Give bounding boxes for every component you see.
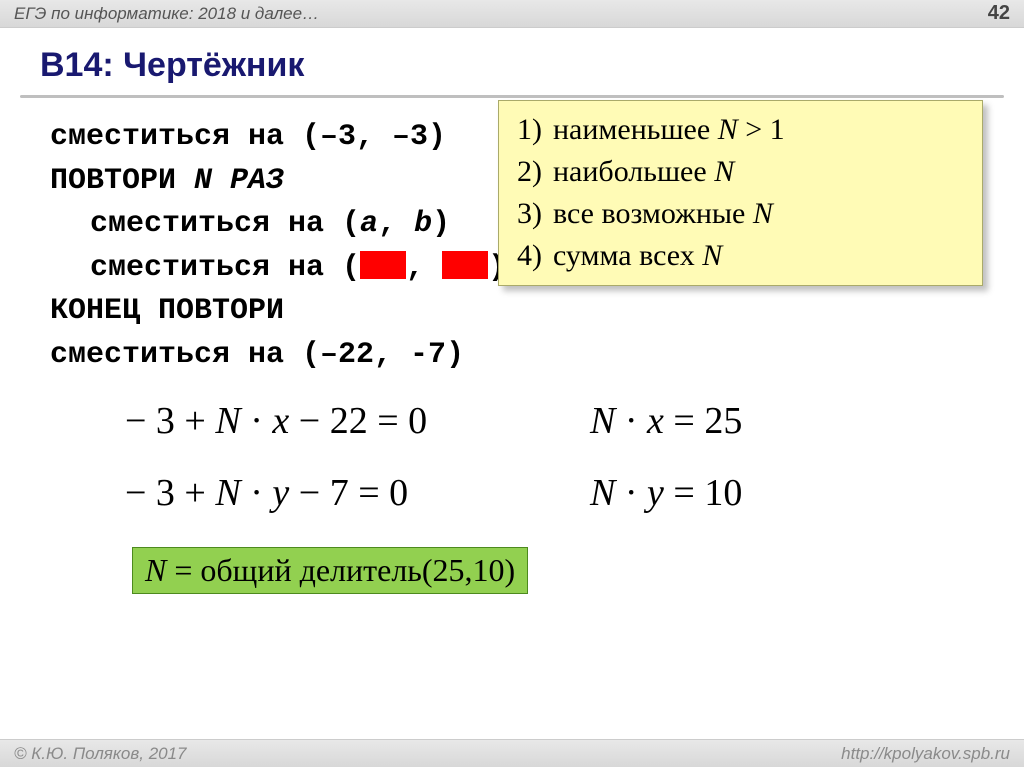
condition-item: 1) наименьшее N > 1 xyxy=(517,109,972,151)
footer-copyright: © К.Ю. Поляков, 2017 xyxy=(14,744,187,764)
header-left: ЕГЭ по информатике: 2018 и далее… xyxy=(14,4,319,24)
answer-box: N = общий делитель(25,10) xyxy=(132,547,528,594)
footer-url: http://kpolyakov.spb.ru xyxy=(841,744,1010,764)
redacted-box xyxy=(442,251,488,279)
equation: − 3 + N · y − 7 = 0 xyxy=(125,471,590,515)
equations-block: − 3 + N · x − 22 = 0 N · x = 25 − 3 + N … xyxy=(50,377,1024,515)
condition-item: 4) сумма всех N xyxy=(517,235,972,277)
slide-header: ЕГЭ по информатике: 2018 и далее… 42 xyxy=(0,0,1024,28)
slide-footer: © К.Ю. Поляков, 2017 http://kpolyakov.sp… xyxy=(0,739,1024,767)
equation: N · y = 10 xyxy=(590,471,1024,515)
condition-item: 3) все возможные N xyxy=(517,193,972,235)
equation: N · x = 25 xyxy=(590,399,1024,443)
code-line: КОНЕЦ ПОВТОРИ xyxy=(50,290,1024,334)
slide-title: B14: Чертёжник xyxy=(0,28,1024,95)
code-line: сместиться на (–22, -7) xyxy=(50,334,1024,378)
redacted-box xyxy=(360,251,406,279)
conditions-box: 1) наименьшее N > 1 2) наибольшее N 3) в… xyxy=(498,100,983,286)
condition-item: 2) наибольшее N xyxy=(517,151,972,193)
equation: − 3 + N · x − 22 = 0 xyxy=(125,399,590,443)
page-number: 42 xyxy=(988,2,1010,25)
slide-content: 1) наименьшее N > 1 2) наибольшее N 3) в… xyxy=(0,98,1024,594)
